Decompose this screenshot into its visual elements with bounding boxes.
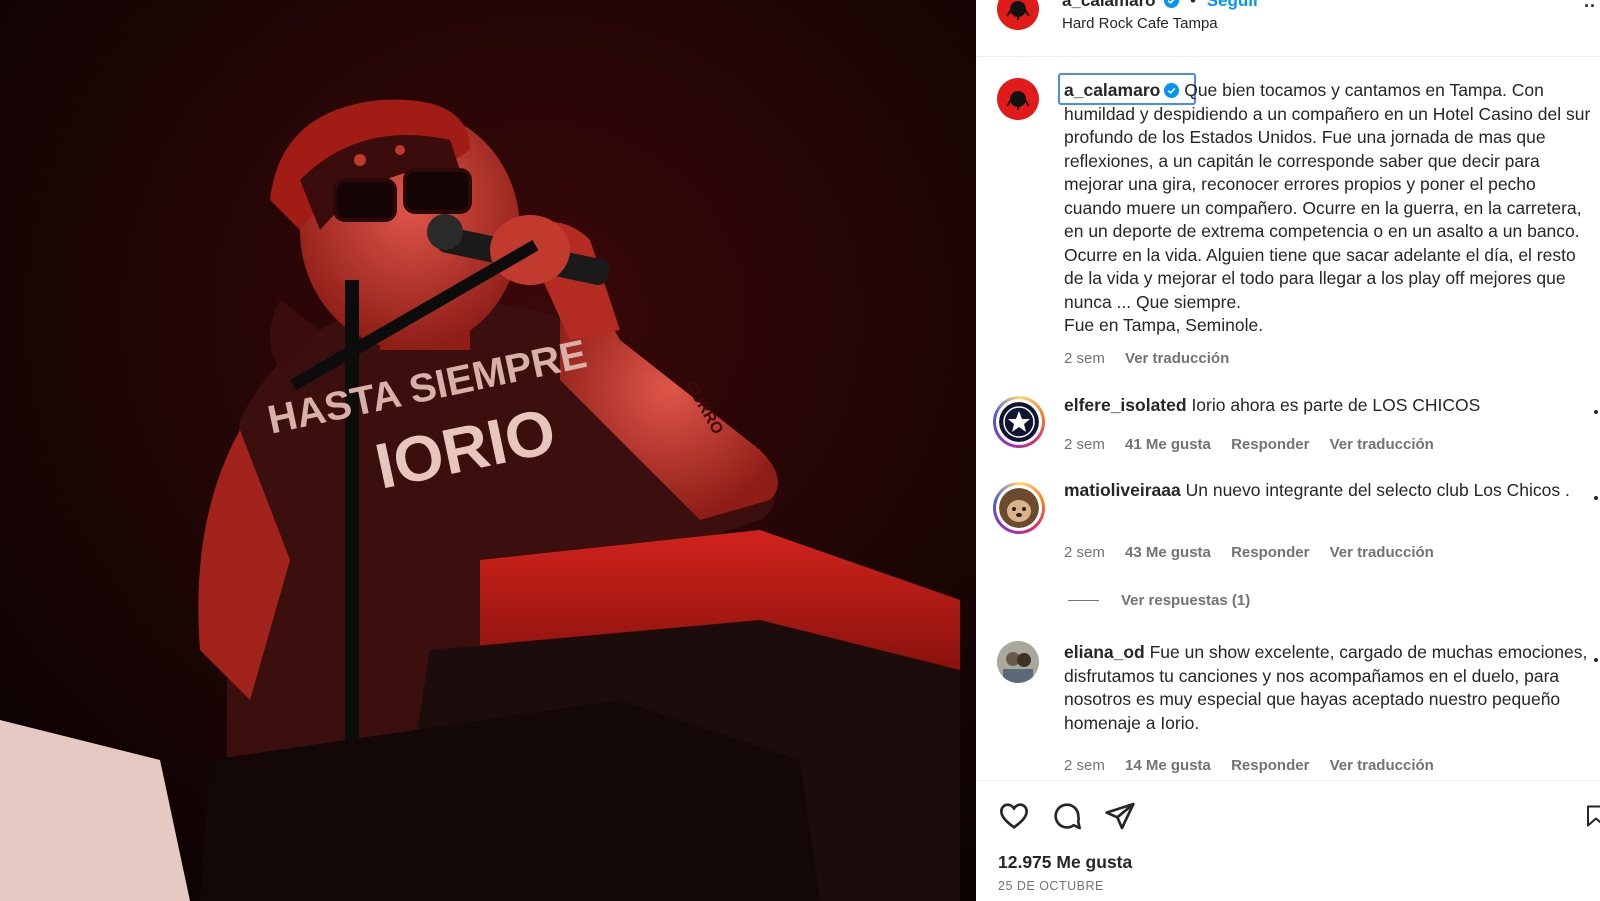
comment-username[interactable]: eliana_od <box>1064 642 1145 662</box>
concert-photo-image: HASTA SIEMPRE IORIO CURRO <box>0 0 976 901</box>
comment-likes[interactable]: 14 Me gusta <box>1125 757 1211 774</box>
location-link[interactable]: Hard Rock Cafe Tampa <box>1062 15 1218 32</box>
caption-username[interactable]: a_calamaro <box>1064 80 1160 100</box>
header-row: a_calamaro • Seguir <box>1062 0 1260 11</box>
octopus-logo-icon <box>997 78 1039 120</box>
heart-icon[interactable] <box>998 800 1030 832</box>
header-divider <box>976 56 1600 57</box>
comment-time[interactable]: 2 sem <box>1064 757 1105 774</box>
post-date[interactable]: 25 DE OCTUBRE <box>998 879 1104 893</box>
comment-username[interactable]: matioliveiraaa <box>1064 480 1181 500</box>
verified-badge-icon <box>1164 83 1180 98</box>
star-avatar-icon <box>999 402 1039 442</box>
caption-meta: 2 sem Ver traducción <box>1064 350 1245 367</box>
view-replies-button[interactable]: Ver respuestas (1) <box>1121 592 1250 609</box>
caption-avatar[interactable] <box>997 78 1039 120</box>
translate-button[interactable]: Ver traducción <box>1330 757 1434 774</box>
comment-more-icon[interactable] <box>1594 410 1598 414</box>
comment-avatar[interactable] <box>993 396 1045 448</box>
post-photo[interactable]: HASTA SIEMPRE IORIO CURRO <box>0 0 976 901</box>
comment-body: Iorio ahora es parte de LOS CHICOS <box>1191 395 1481 415</box>
translate-button[interactable]: Ver traducción <box>1330 544 1434 561</box>
comment-meta: 2 sem 43 Me gusta Responder Ver traducci… <box>1064 544 1450 561</box>
caption-body-line2: Fue en Tampa, Seminole. <box>1064 315 1264 335</box>
comment-more-icon[interactable] <box>1594 658 1598 662</box>
comment-body: Un nuevo integrante del selecto club Los… <box>1185 480 1570 500</box>
comment-time[interactable]: 2 sem <box>1064 544 1105 561</box>
caption-body: Que bien tocamos y cantamos en Tampa. Co… <box>1064 80 1591 312</box>
user-photo-avatar-icon <box>997 641 1039 683</box>
comment-avatar[interactable] <box>997 641 1039 683</box>
more-options-icon[interactable]: ·· <box>1584 0 1596 17</box>
comment-text: elfere_isolated Iorio ahora es parte de … <box>1064 394 1594 418</box>
likes-count[interactable]: 12.975 Me gusta <box>998 852 1132 873</box>
comment-text: matioliveiraaa Un nuevo integrante del s… <box>1064 479 1594 503</box>
reply-button[interactable]: Responder <box>1231 436 1309 453</box>
comment-avatar[interactable] <box>993 482 1045 534</box>
comment-likes[interactable]: 41 Me gusta <box>1125 436 1211 453</box>
comment-bubble-icon[interactable] <box>1051 800 1083 832</box>
bookmark-icon[interactable] <box>1584 800 1600 832</box>
paper-plane-icon[interactable] <box>1104 800 1136 832</box>
comment-meta: 2 sem 14 Me gusta Responder Ver traducci… <box>1064 757 1450 774</box>
comment-more-icon[interactable] <box>1594 496 1598 500</box>
comment-meta: 2 sem 41 Me gusta Responder Ver traducci… <box>1064 436 1450 453</box>
caption-time[interactable]: 2 sem <box>1064 350 1105 367</box>
comment-time[interactable]: 2 sem <box>1064 436 1105 453</box>
comment-likes[interactable]: 43 Me gusta <box>1125 544 1211 561</box>
header-username[interactable]: a_calamaro <box>1062 0 1156 10</box>
reply-button[interactable]: Responder <box>1231 544 1309 561</box>
follow-button[interactable]: Seguir <box>1207 0 1260 10</box>
dog-avatar-icon <box>999 488 1039 528</box>
comment-text: eliana_od Fue un show excelente, cargado… <box>1064 641 1594 735</box>
actions-divider <box>976 780 1600 781</box>
caption-translate-button[interactable]: Ver traducción <box>1125 350 1229 367</box>
comment-username[interactable]: elfere_isolated <box>1064 395 1187 415</box>
header-separator: • <box>1190 0 1196 10</box>
caption-text: a_calamaro Que bien tocamos y cantamos e… <box>1064 79 1594 338</box>
reply-button[interactable]: Responder <box>1231 757 1309 774</box>
translate-button[interactable]: Ver traducción <box>1330 436 1434 453</box>
verified-badge-icon <box>1164 0 1180 8</box>
replies-line <box>1068 600 1099 601</box>
